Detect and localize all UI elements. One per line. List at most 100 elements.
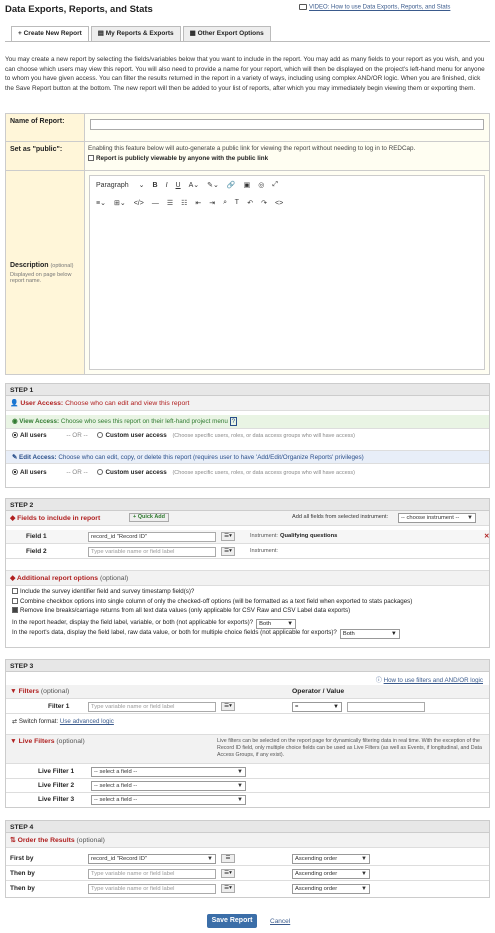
export-icon: ▦ [189, 30, 196, 37]
editor-toolbar-1: Paragraph ⌄ B I U A⌄ ✎⌄ 🔗 ▣ ◎ ⤢ [90, 176, 484, 194]
save-report-button[interactable]: Save Report [207, 914, 257, 928]
clear-format-icon[interactable]: Ꭲ [235, 199, 239, 207]
filter1-picker-button[interactable]: ☰▾ [221, 702, 235, 711]
hr-icon[interactable]: — [152, 200, 159, 207]
operator-select[interactable]: = [292, 702, 342, 712]
attachment-icon[interactable]: ◎ [258, 181, 264, 189]
description-label: Description [10, 261, 49, 269]
report-name-input[interactable] [90, 119, 484, 130]
view-custom-access-radio[interactable] [97, 432, 104, 439]
tab-other-export-options[interactable]: ▦ Other Export Options [182, 26, 271, 41]
filters-header: ▼ Filters (optional) Operator / Value [6, 685, 489, 699]
order-then2-direction[interactable]: Ascending order [292, 884, 370, 894]
edit-all-users-radio[interactable] [12, 469, 18, 476]
view-help-button[interactable]: ? [229, 417, 238, 426]
step3-section: STEP 3 ⓘ How to use filters and AND/OR l… [5, 659, 490, 808]
order-then1-input[interactable]: Type variable name or field label [88, 869, 216, 879]
cancel-link[interactable]: Cancel [270, 918, 290, 925]
description-label-cell: Description (optional) Displayed on page… [5, 170, 85, 375]
bullet-list-icon[interactable]: ☰ [167, 199, 173, 207]
public-checkbox[interactable] [88, 155, 94, 162]
quick-add-button[interactable]: + Quick Add [129, 513, 169, 522]
video-link[interactable]: VIDEO: How to use Data Exports, Reports,… [299, 4, 450, 11]
order-first-input[interactable]: record_id "Record ID" [88, 854, 216, 864]
underline-icon[interactable]: U [176, 182, 181, 189]
field1-picker-button[interactable]: ☰▾ [221, 532, 235, 541]
opt-survey-fields-checkbox[interactable] [12, 588, 18, 595]
instrument-select[interactable]: -- choose instrument -- [398, 513, 476, 523]
order-then2-input[interactable]: Type variable name or field label [88, 884, 216, 894]
filter1-value-input[interactable] [347, 702, 425, 712]
filters-help-link[interactable]: ⓘ How to use filters and AND/OR logic [376, 675, 483, 684]
text-color-icon[interactable]: A⌄ [189, 181, 200, 189]
tab-bar: + Create New Report ▤ My Reports & Expor… [11, 26, 273, 42]
additional-options-header: ◆ Additional report options (optional) [6, 570, 489, 586]
live-filter1-select[interactable]: -- select a field -- [91, 767, 246, 777]
field2-picker-button[interactable]: ☰▾ [221, 547, 235, 556]
edit-custom-access-radio[interactable] [97, 469, 104, 476]
link-icon[interactable]: 🔗 [227, 181, 236, 189]
undo-icon[interactable]: ↶ [247, 199, 253, 207]
order-first-picker-button[interactable]: ☰ [221, 854, 235, 863]
live-filter3-select[interactable]: -- select a field -- [91, 795, 246, 805]
filter1-row: Filter 1 Type variable name or field lab… [6, 700, 489, 714]
source-code-icon[interactable]: <> [275, 200, 283, 207]
switch-icon: ⇄ [12, 718, 18, 725]
filter1-input[interactable]: Type variable name or field label [88, 702, 216, 712]
data-display-select[interactable]: Both [339, 628, 400, 639]
code-icon[interactable]: </> [134, 200, 144, 207]
redo-icon[interactable]: ↷ [261, 199, 267, 207]
order-then1-row: Then by Type variable name or field labe… [6, 867, 489, 881]
order-first-row: First by record_id "Record ID" ☰ Ascendi… [6, 852, 489, 866]
format-select[interactable]: Paragraph ⌄ [96, 181, 145, 189]
switch-format-row: ⇄ Switch format: Use advanced logic [12, 718, 114, 725]
view-all-users-radio[interactable] [12, 432, 18, 439]
field2-input[interactable]: Type variable name or field label [88, 547, 216, 557]
align-icon[interactable]: ≡⌄ [96, 199, 106, 207]
fullscreen-icon[interactable]: ⤢ [272, 181, 278, 189]
step4-title: STEP 4 [6, 821, 489, 833]
edit-access-row: ✎ Edit Access: Choose who can edit, copy… [6, 450, 489, 464]
live-filter1-row: Live Filter 1 -- select a field -- [6, 766, 489, 779]
editor-toolbar-2: ≡⌄ ⊞⌄ </> — ☰ ☷ ⇤ ⇥ ⌕ Ꭲ ↶ ↷ <> [90, 194, 484, 212]
live-filter-icon: ▼ [10, 738, 17, 745]
public-note: Enabling this feature below will auto-ge… [88, 145, 416, 152]
search-icon[interactable]: ⌕ [223, 199, 227, 207]
numbered-list-icon[interactable]: ☷ [181, 199, 187, 207]
indent-icon[interactable]: ⇥ [209, 199, 215, 207]
sort-icon: ⇅ [10, 837, 16, 844]
tab-create-new-report[interactable]: + Create New Report [11, 26, 89, 42]
advanced-logic-link[interactable]: Use advanced logic [60, 718, 114, 725]
eye-icon: ◉ [12, 418, 18, 425]
user-access-header: 👤 User Access: Choose who can edit and v… [6, 396, 489, 411]
table-icon[interactable]: ⊞⌄ [114, 199, 126, 207]
video-icon [299, 4, 307, 10]
view-access-row: ◉ View Access: Choose who sees this repo… [6, 415, 489, 429]
opt-remove-linebreaks-checkbox[interactable] [12, 607, 18, 614]
options-icon: ◆ [10, 575, 16, 582]
reports-icon: ▤ [97, 30, 104, 37]
opt-combine-checkbox[interactable] [12, 597, 18, 604]
highlight-icon[interactable]: ✎⌄ [207, 181, 219, 189]
remove-field-icon[interactable]: ✕ [484, 532, 489, 540]
image-icon[interactable]: ▣ [244, 181, 251, 189]
bold-icon[interactable]: B [153, 182, 158, 189]
tab-my-reports[interactable]: ▤ My Reports & Exports [90, 26, 181, 41]
order-first-direction[interactable]: Ascending order [292, 854, 370, 864]
order-then1-direction[interactable]: Ascending order [292, 869, 370, 879]
public-label: Set as "public": [5, 141, 85, 171]
description-editor[interactable]: Paragraph ⌄ B I U A⌄ ✎⌄ 🔗 ▣ ◎ ⤢ ≡⌄ ⊞⌄ </… [89, 175, 485, 370]
live-filters-description: Live filters can be selected on the repo… [217, 738, 482, 758]
live-filter2-row: Live Filter 2 -- select a field -- [6, 780, 489, 793]
order-then2-row: Then by Type variable name or field labe… [6, 882, 489, 896]
live-filter3-row: Live Filter 3 -- select a field -- [6, 794, 489, 807]
live-filter2-select[interactable]: -- select a field -- [91, 781, 246, 791]
step4-section: STEP 4 ⇅ Order the Results (optional) Fi… [5, 820, 490, 898]
users-icon: 👤 [10, 400, 19, 407]
order-then2-picker-button[interactable]: ☰▾ [221, 884, 235, 893]
step2-section: STEP 2 ◆ Fields to include in report + Q… [5, 498, 490, 648]
order-then1-picker-button[interactable]: ☰▾ [221, 869, 235, 878]
field1-input[interactable]: record_id "Record ID" [88, 532, 216, 542]
outdent-icon[interactable]: ⇤ [195, 199, 201, 207]
italic-icon[interactable]: I [166, 182, 168, 189]
